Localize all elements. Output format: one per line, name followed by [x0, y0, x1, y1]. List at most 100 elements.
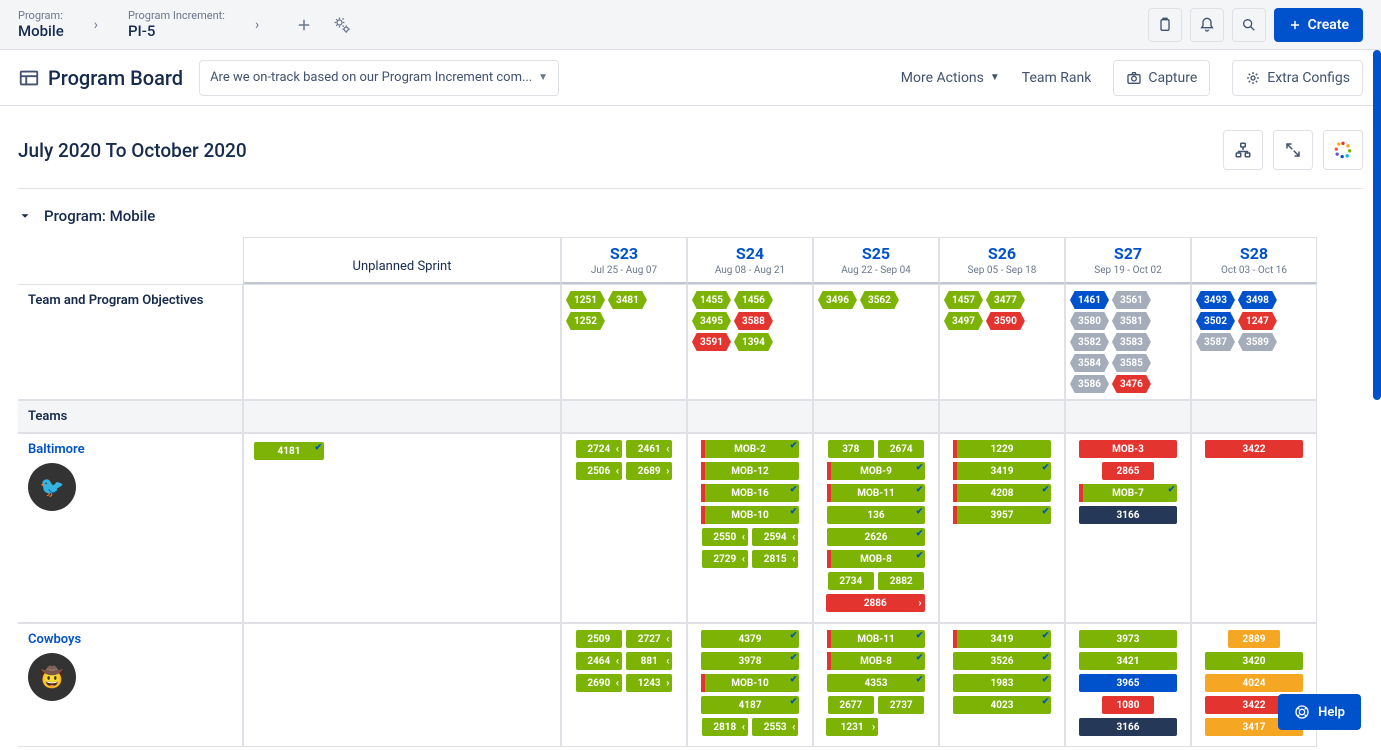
feature-card[interactable]: MOB-10✔	[701, 506, 800, 524]
objective-chip[interactable]: 1394	[734, 333, 773, 351]
objective-chip[interactable]: 3590	[986, 312, 1025, 330]
feature-card[interactable]: MOB-3	[1079, 440, 1178, 458]
objective-chip[interactable]: 3562	[860, 291, 899, 309]
color-wheel-icon[interactable]	[1323, 130, 1363, 170]
feature-card[interactable]: 2464	[576, 652, 622, 670]
feature-card[interactable]: 881	[626, 652, 672, 670]
feature-card[interactable]: 2553	[752, 718, 798, 736]
help-button[interactable]: Help	[1278, 694, 1361, 730]
objective-chip[interactable]: 1456	[734, 291, 773, 309]
feature-card[interactable]: 1231	[826, 718, 878, 736]
feature-card[interactable]: MOB-2✔	[701, 440, 800, 458]
feature-card[interactable]: 3978✔	[701, 652, 800, 670]
objective-chip[interactable]: 1461	[1070, 291, 1109, 309]
breadcrumb-pi[interactable]: Program Increment: PI-5	[128, 9, 225, 40]
extra-configs-button[interactable]: Extra Configs	[1232, 60, 1363, 96]
feature-card[interactable]: 2674	[878, 440, 924, 458]
feature-card[interactable]: 136✔	[827, 506, 926, 524]
objective-chip[interactable]: 1247	[1238, 312, 1277, 330]
feature-card[interactable]: 2889	[1228, 630, 1280, 648]
objective-chip[interactable]: 3496	[818, 291, 857, 309]
feature-card[interactable]: MOB-10✔	[701, 674, 800, 692]
breadcrumb-program[interactable]: Program: Mobile	[18, 9, 64, 40]
team-name[interactable]: Baltimore	[28, 442, 232, 457]
objective-chip[interactable]: 3495	[692, 312, 731, 330]
objective-chip[interactable]: 3589	[1238, 333, 1277, 351]
objective-chip[interactable]: 3493	[1196, 291, 1235, 309]
objective-chip[interactable]: 3587	[1196, 333, 1235, 351]
add-icon[interactable]	[289, 10, 319, 40]
objective-chip[interactable]: 1252	[566, 312, 605, 330]
scrollbar[interactable]	[1373, 50, 1381, 400]
settings-gears-icon[interactable]	[327, 10, 357, 40]
feature-card[interactable]: 2594	[752, 528, 798, 546]
objective-chip[interactable]: 1455	[692, 291, 731, 309]
objective-chip[interactable]: 3497	[944, 312, 983, 330]
feature-card[interactable]: 3422	[1205, 440, 1304, 458]
objective-chip[interactable]: 3586	[1070, 375, 1109, 393]
hierarchy-icon[interactable]	[1223, 130, 1263, 170]
prompt-dropdown[interactable]: Are we on-track based on our Program Inc…	[199, 60, 559, 96]
feature-card[interactable]: MOB-8✔	[827, 550, 926, 568]
feature-card[interactable]: 378	[828, 440, 874, 458]
feature-card[interactable]: 3419✔	[953, 630, 1052, 648]
feature-card[interactable]: 2729	[702, 550, 748, 568]
feature-card[interactable]: 2461	[626, 440, 672, 458]
feature-card[interactable]: 3526✔	[953, 652, 1052, 670]
objective-chip[interactable]: 3581	[1112, 312, 1151, 330]
feature-card[interactable]: 3419✔	[953, 462, 1052, 480]
objective-chip[interactable]: 3561	[1112, 291, 1151, 309]
search-icon[interactable]	[1232, 8, 1266, 42]
feature-card[interactable]: 1983✔	[953, 674, 1052, 692]
feature-card[interactable]: 3957✔	[953, 506, 1052, 524]
feature-card[interactable]: 2550	[702, 528, 748, 546]
feature-card[interactable]: MOB-9✔	[827, 462, 926, 480]
feature-card[interactable]: MOB-11✔	[827, 630, 926, 648]
feature-card[interactable]: 2506	[576, 462, 622, 480]
feature-card[interactable]: 2724	[576, 440, 622, 458]
objective-chip[interactable]: 1251	[566, 291, 605, 309]
feature-card[interactable]: 4379✔	[701, 630, 800, 648]
feature-card[interactable]: 2727	[626, 630, 672, 648]
feature-card[interactable]: 3421	[1079, 652, 1178, 670]
objective-chip[interactable]: 1457	[944, 291, 983, 309]
feature-card[interactable]: 2690	[576, 674, 622, 692]
objective-chip[interactable]: 3588	[734, 312, 773, 330]
feature-card[interactable]: 3965	[1079, 674, 1178, 692]
feature-card[interactable]: 2509	[576, 630, 622, 648]
expand-icon[interactable]	[1273, 130, 1313, 170]
bell-icon[interactable]	[1190, 8, 1224, 42]
feature-card[interactable]: 2689	[626, 462, 672, 480]
feature-card[interactable]: 3420	[1205, 652, 1304, 670]
feature-card[interactable]: MOB-8✔	[827, 652, 926, 670]
feature-card[interactable]: 2677	[828, 696, 874, 714]
feature-card[interactable]: 4181✔	[254, 442, 324, 460]
feature-card[interactable]: 1229	[953, 440, 1052, 458]
create-button[interactable]: Create	[1274, 8, 1363, 42]
more-actions-dropdown[interactable]: More Actions ▼	[901, 70, 1000, 86]
feature-card[interactable]: 4023✔	[953, 696, 1052, 714]
feature-card[interactable]: 2626✔	[827, 528, 926, 546]
feature-card[interactable]: MOB-11✔	[827, 484, 926, 502]
team-rank-link[interactable]: Team Rank	[1022, 70, 1092, 86]
objective-chip[interactable]: 3582	[1070, 333, 1109, 351]
feature-card[interactable]: 2818	[702, 718, 748, 736]
feature-card[interactable]: 4208✔	[953, 484, 1052, 502]
objective-chip[interactable]: 3498	[1238, 291, 1277, 309]
feature-card[interactable]: MOB-12	[701, 462, 800, 480]
objective-chip[interactable]: 3502	[1196, 312, 1235, 330]
objective-chip[interactable]: 3583	[1112, 333, 1151, 351]
feature-card[interactable]: 4187✔	[701, 696, 800, 714]
objective-chip[interactable]: 3584	[1070, 354, 1109, 372]
objective-chip[interactable]: 3476	[1112, 375, 1151, 393]
feature-card[interactable]: 2734	[828, 572, 874, 590]
objective-chip[interactable]: 3585	[1112, 354, 1151, 372]
feature-card[interactable]: 3973	[1079, 630, 1178, 648]
objective-chip[interactable]: 3591	[692, 333, 731, 351]
feature-card[interactable]: 2737	[878, 696, 924, 714]
capture-button[interactable]: Capture	[1113, 60, 1210, 96]
objective-chip[interactable]: 3481	[608, 291, 647, 309]
feature-card[interactable]: 1080	[1102, 696, 1154, 714]
section-program[interactable]: Program: Mobile	[0, 189, 1381, 237]
objective-chip[interactable]: 3477	[986, 291, 1025, 309]
